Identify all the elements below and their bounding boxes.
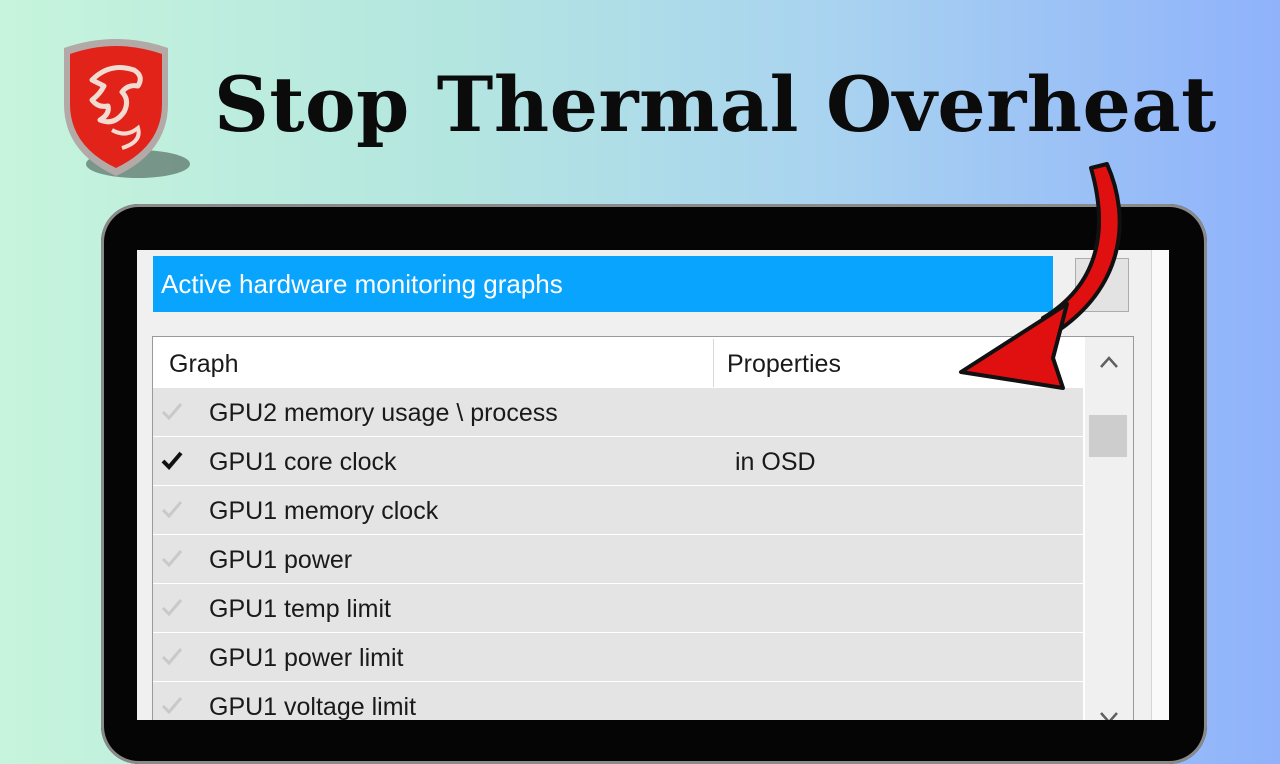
- graph-name: GPU1 power limit: [209, 644, 404, 672]
- graph-property: in OSD: [735, 448, 816, 476]
- graph-name: GPU1 core clock: [209, 448, 397, 476]
- checkmark-icon[interactable]: [159, 692, 185, 718]
- section-header: Active hardware monitoring graphs: [153, 256, 1053, 312]
- graph-list: Graph Properties GPU2 memory usage \ pro…: [152, 336, 1134, 720]
- list-item[interactable]: GPU1 voltage limit: [153, 682, 1083, 720]
- scrollbar-thumb[interactable]: [1089, 415, 1127, 457]
- msi-logo: [64, 39, 190, 178]
- graph-name: GPU1 memory clock: [209, 497, 439, 525]
- list-item[interactable]: GPU1 core clock in OSD: [153, 437, 1083, 485]
- checkmark-icon[interactable]: [159, 447, 185, 473]
- list-header: Graph Properties: [153, 337, 1083, 387]
- list-item[interactable]: GPU1 power: [153, 535, 1083, 583]
- graph-name: GPU2 memory usage \ process: [209, 399, 558, 427]
- checkmark-icon[interactable]: [159, 398, 185, 424]
- checkmark-icon[interactable]: [159, 545, 185, 571]
- list-item[interactable]: GPU1 memory clock: [153, 486, 1083, 534]
- graph-name: GPU1 voltage limit: [209, 693, 417, 720]
- section-header-title: Active hardware monitoring graphs: [161, 268, 563, 299]
- list-rows: GPU2 memory usage \ process GPU1 core cl…: [153, 388, 1083, 720]
- column-header-graph[interactable]: Graph: [169, 337, 238, 387]
- graph-name: GPU1 temp limit: [209, 595, 391, 623]
- checkmark-icon[interactable]: [159, 643, 185, 669]
- column-header-properties[interactable]: Properties: [727, 337, 841, 387]
- vertical-scrollbar[interactable]: [1085, 337, 1133, 720]
- list-item[interactable]: GPU1 power limit: [153, 633, 1083, 681]
- list-item[interactable]: GPU1 temp limit: [153, 584, 1083, 632]
- headline-title: Stop Thermal Overheat: [214, 60, 1217, 149]
- column-divider[interactable]: [713, 339, 714, 387]
- list-item[interactable]: GPU2 memory usage \ process: [153, 388, 1083, 436]
- checkmark-icon[interactable]: [159, 594, 185, 620]
- red-curved-arrow-icon: [959, 162, 1122, 390]
- graph-name: GPU1 power: [209, 546, 353, 574]
- checkmark-icon[interactable]: [159, 496, 185, 522]
- chevron-down-icon[interactable]: [1085, 699, 1133, 720]
